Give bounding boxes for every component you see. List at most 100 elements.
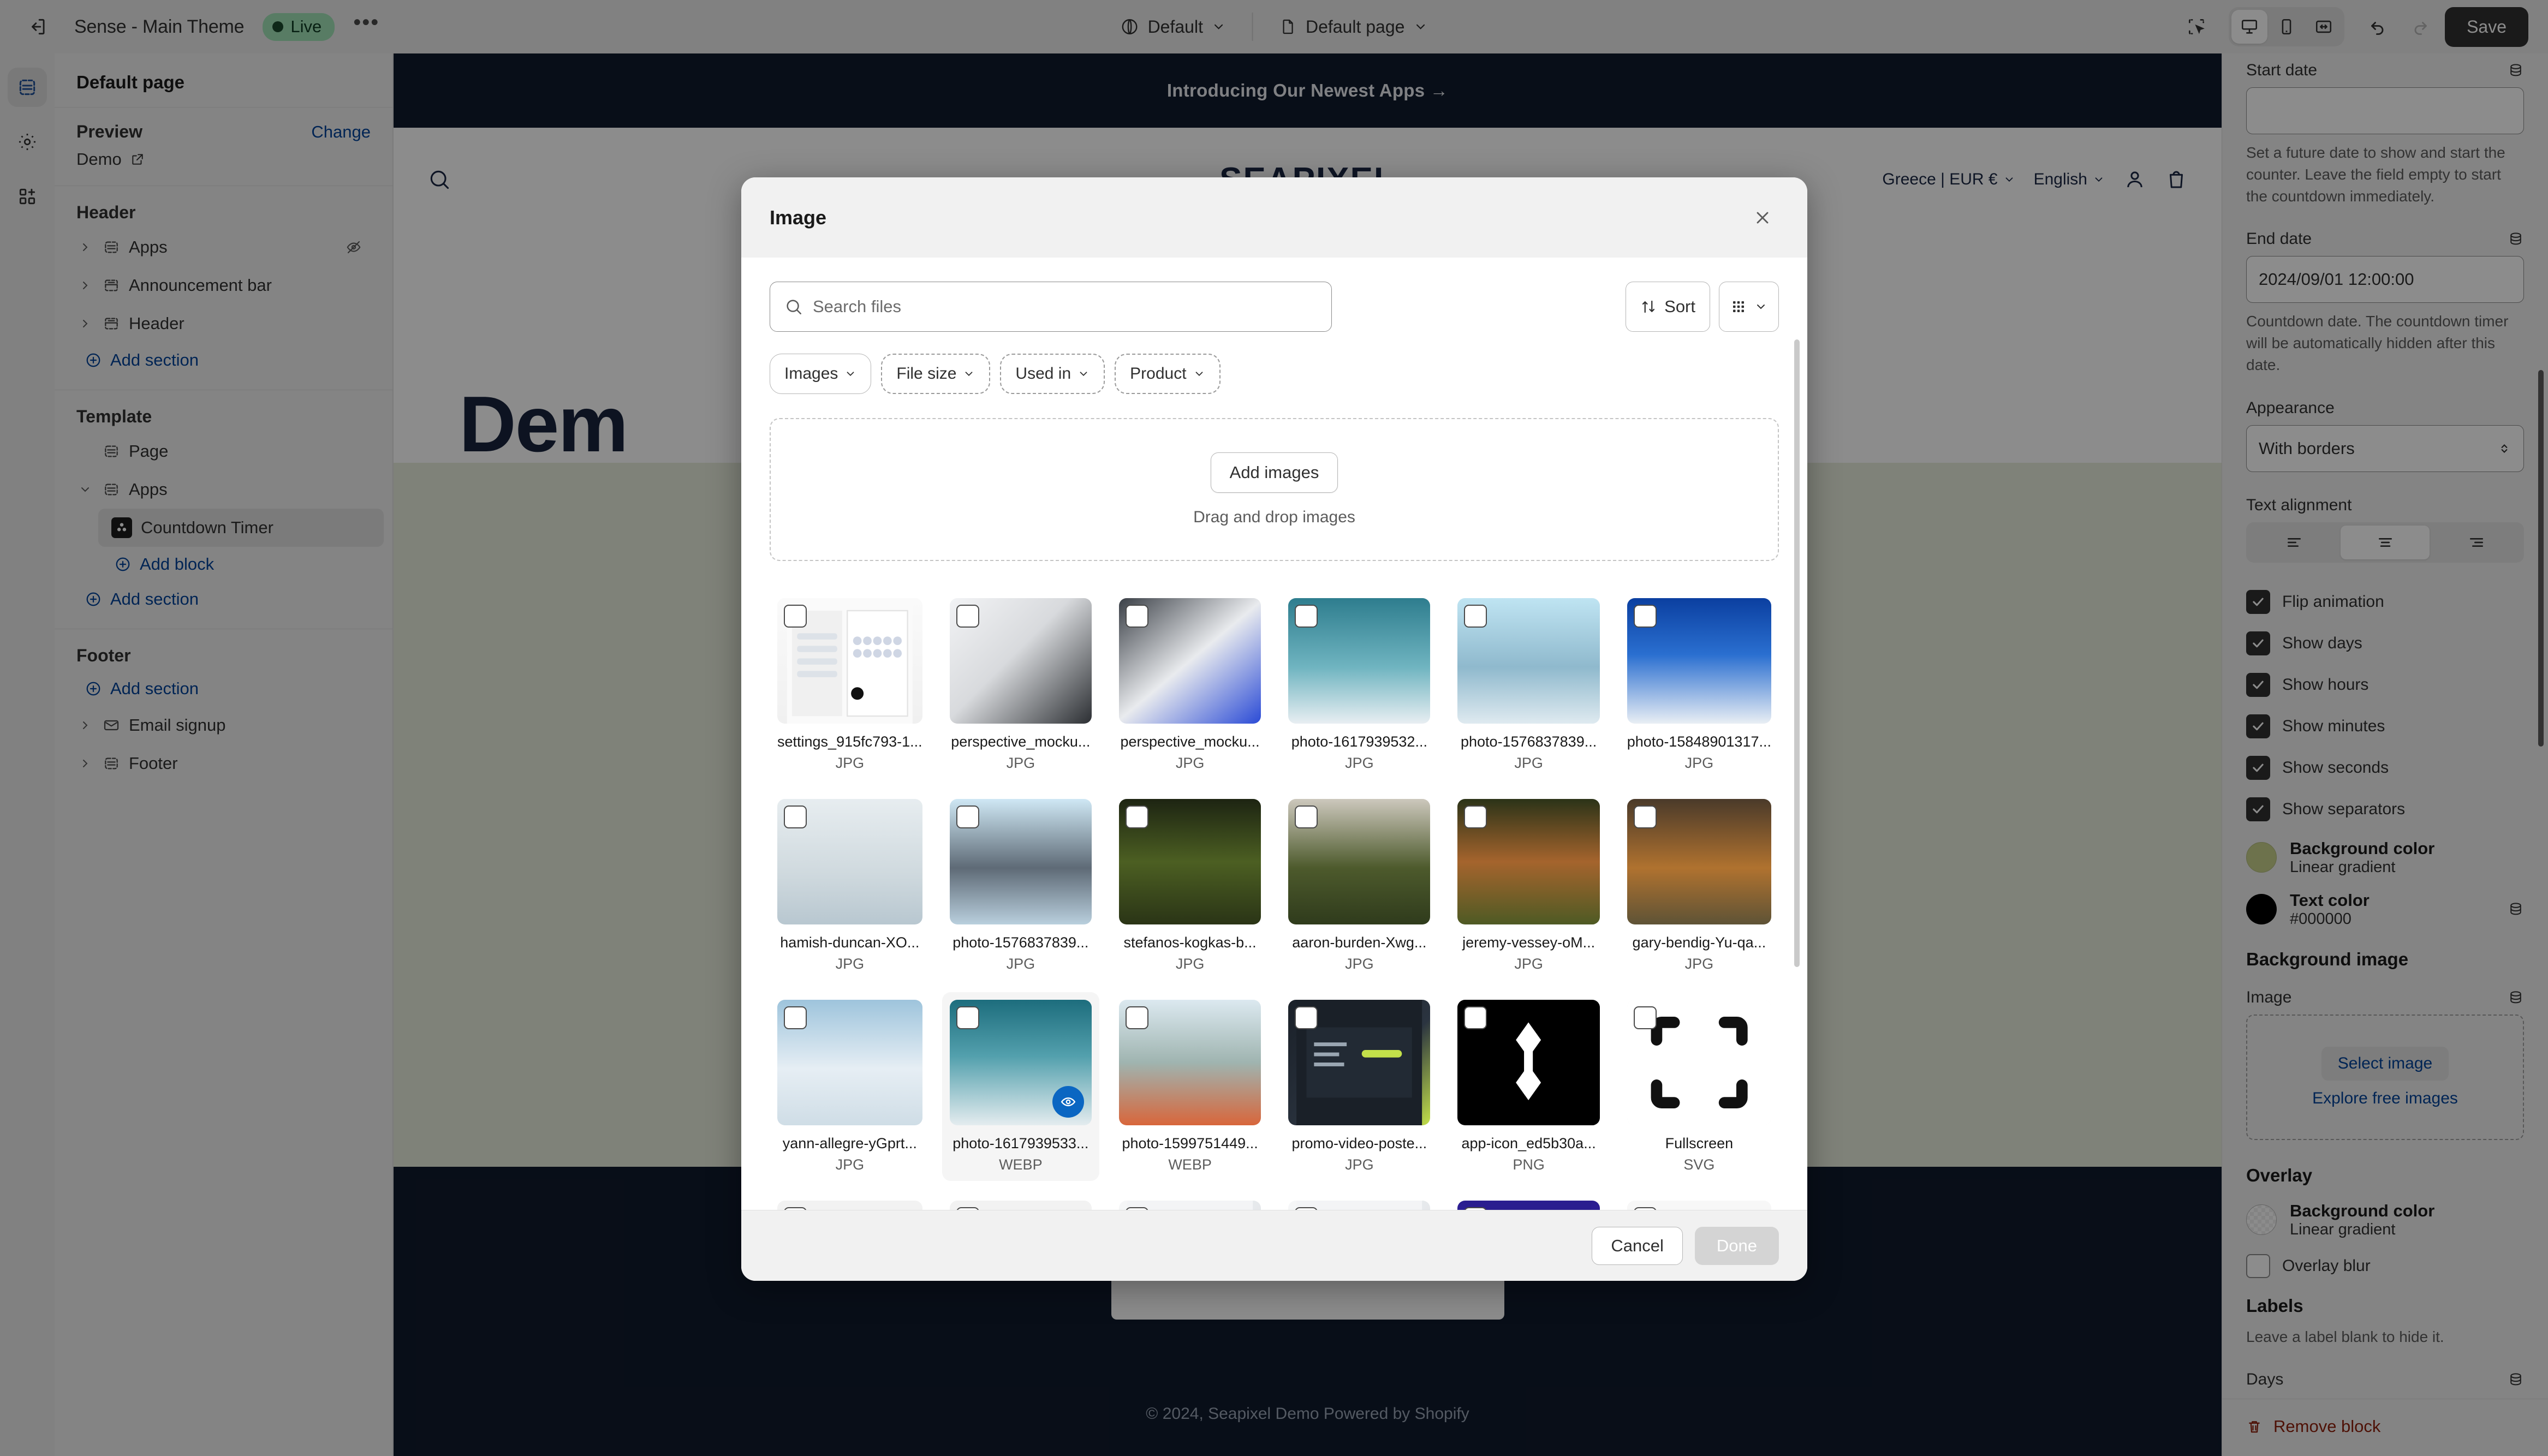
file-type: JPG <box>1175 755 1205 771</box>
file-checkbox[interactable] <box>1295 805 1318 828</box>
filter-label: Used in <box>1015 365 1071 383</box>
file-checkbox[interactable] <box>784 805 807 828</box>
file-checkbox[interactable] <box>956 1006 979 1029</box>
file-checkbox[interactable] <box>1125 605 1148 628</box>
file-thumbnail[interactable] <box>949 799 1092 924</box>
file-name: yann-allegre-yGprt... <box>782 1135 917 1151</box>
file-checkbox[interactable] <box>784 605 807 628</box>
file-type: PNG <box>1513 1156 1545 1173</box>
file-thumbnail[interactable] <box>1457 598 1600 724</box>
file-thumbnail[interactable] <box>777 1000 922 1125</box>
file-thumbnail[interactable] <box>1288 799 1431 924</box>
file-cell[interactable]: settings_915fc793-1... JPG <box>770 590 930 779</box>
file-checkbox[interactable] <box>1464 1006 1487 1029</box>
file-thumbnail[interactable] <box>1627 1201 1771 1210</box>
file-thumbnail[interactable] <box>1118 1000 1261 1125</box>
file-cell[interactable]: perspective_mocku... JPG <box>1111 590 1269 779</box>
file-name: perspective_mocku... <box>951 733 1091 750</box>
filter-images[interactable]: Images <box>770 354 872 394</box>
file-cell[interactable]: jeremy-vessey-oM... JPG <box>1450 791 1607 980</box>
file-checkbox[interactable] <box>1295 1006 1318 1029</box>
file-thumbnail[interactable] <box>1457 799 1600 924</box>
file-cell[interactable]: photo-1576837839... JPG <box>1450 590 1607 779</box>
file-cell[interactable]: aaron-burden-Xwg... JPG <box>1281 791 1438 980</box>
file-checkbox[interactable] <box>1633 605 1657 628</box>
file-cell[interactable]: perspective_mocku... JPG <box>942 590 1099 779</box>
file-thumbnail[interactable] <box>1457 1201 1600 1210</box>
close-icon[interactable] <box>1746 201 1779 234</box>
file-thumbnail[interactable] <box>777 1201 922 1210</box>
file-thumbnail[interactable] <box>1627 598 1771 724</box>
file-cell[interactable]: promo-video-poste... JPG <box>1281 992 1438 1181</box>
file-thumbnail[interactable] <box>949 1201 1092 1210</box>
file-thumbnail[interactable] <box>949 598 1092 724</box>
file-thumbnail[interactable] <box>777 598 922 724</box>
file-checkbox[interactable] <box>1125 1207 1148 1210</box>
file-cell[interactable]: photo-1617939533... WEBP <box>942 992 1099 1181</box>
preview-eye-icon[interactable] <box>1052 1086 1084 1118</box>
file-cell[interactable]: hamish-duncan-XO... JPG <box>770 791 930 980</box>
file-thumbnail[interactable] <box>1288 1201 1431 1210</box>
file-checkbox[interactable] <box>1295 605 1318 628</box>
file-checkbox[interactable] <box>1464 805 1487 828</box>
file-thumbnail[interactable] <box>1627 1000 1771 1125</box>
search-row: Sort <box>770 258 1779 332</box>
modal-scrollbar[interactable] <box>1794 339 1800 967</box>
file-cell[interactable] <box>770 1193 930 1210</box>
file-checkbox[interactable] <box>1464 605 1487 628</box>
file-name: photo-1617939533... <box>952 1135 1089 1151</box>
image-picker-modal: Image Sort <box>741 177 1807 1281</box>
file-type: JPG <box>835 956 865 972</box>
file-checkbox[interactable] <box>956 1207 979 1210</box>
file-name: photo-1599751449... <box>1122 1135 1258 1151</box>
file-cell[interactable] <box>942 1193 1099 1210</box>
upload-dropzone[interactable]: Add images Drag and drop images <box>770 418 1779 561</box>
search-input[interactable] <box>813 297 1317 317</box>
view-toggle-button[interactable] <box>1719 282 1779 332</box>
file-cell[interactable] <box>1111 1193 1269 1210</box>
file-checkbox[interactable] <box>956 605 979 628</box>
file-cell[interactable]: yann-allegre-yGprt... JPG <box>770 992 930 1181</box>
file-checkbox[interactable] <box>1633 805 1657 828</box>
file-cell[interactable]: photo-15848901317... JPG <box>1620 590 1779 779</box>
filter-product[interactable]: Product <box>1115 354 1221 394</box>
add-images-button[interactable]: Add images <box>1210 452 1338 493</box>
file-cell[interactable]: photo-1576837839... JPG <box>942 791 1099 980</box>
file-checkbox[interactable] <box>1633 1207 1657 1210</box>
file-thumbnail[interactable] <box>1627 799 1771 924</box>
file-cell[interactable]: gary-bendig-Yu-qa... JPG <box>1620 791 1779 980</box>
file-thumbnail[interactable] <box>777 799 922 924</box>
file-cell[interactable] <box>1450 1193 1607 1210</box>
file-checkbox[interactable] <box>784 1207 807 1210</box>
file-name: photo-1617939532... <box>1291 733 1427 750</box>
file-checkbox[interactable] <box>784 1006 807 1029</box>
file-thumbnail[interactable] <box>1288 1000 1431 1125</box>
chevron-down-icon <box>1195 372 1202 377</box>
file-checkbox[interactable] <box>1125 805 1148 828</box>
file-cell[interactable]: app-icon_ed5b30a... PNG <box>1450 992 1607 1181</box>
file-checkbox[interactable] <box>1125 1006 1148 1029</box>
filter-file-size[interactable]: File size <box>881 354 991 394</box>
file-thumbnail[interactable] <box>1118 1201 1261 1210</box>
cancel-button[interactable]: Cancel <box>1592 1226 1683 1265</box>
file-checkbox[interactable] <box>1295 1207 1318 1210</box>
file-checkbox[interactable] <box>1464 1207 1487 1210</box>
file-cell[interactable] <box>1620 1193 1779 1210</box>
file-checkbox[interactable] <box>1633 1006 1657 1029</box>
sort-button[interactable]: Sort <box>1626 282 1710 332</box>
file-name: gary-bendig-Yu-qa... <box>1632 934 1766 951</box>
file-thumbnail[interactable] <box>1288 598 1431 724</box>
file-cell[interactable]: Fullscreen SVG <box>1620 992 1779 1181</box>
filter-used-in[interactable]: Used in <box>1000 354 1105 394</box>
file-thumbnail[interactable] <box>1457 1000 1600 1125</box>
file-thumbnail[interactable] <box>949 1000 1092 1125</box>
file-thumbnail[interactable] <box>1118 799 1261 924</box>
file-thumbnail[interactable] <box>1118 598 1261 724</box>
file-cell[interactable]: stefanos-kogkas-b... JPG <box>1111 791 1269 980</box>
file-cell[interactable]: photo-1599751449... WEBP <box>1111 992 1269 1181</box>
file-checkbox[interactable] <box>956 805 979 828</box>
file-name: jeremy-vessey-oM... <box>1462 934 1596 951</box>
file-cell[interactable]: photo-1617939532... JPG <box>1281 590 1438 779</box>
file-cell[interactable] <box>1281 1193 1438 1210</box>
search-field[interactable] <box>770 282 1332 332</box>
